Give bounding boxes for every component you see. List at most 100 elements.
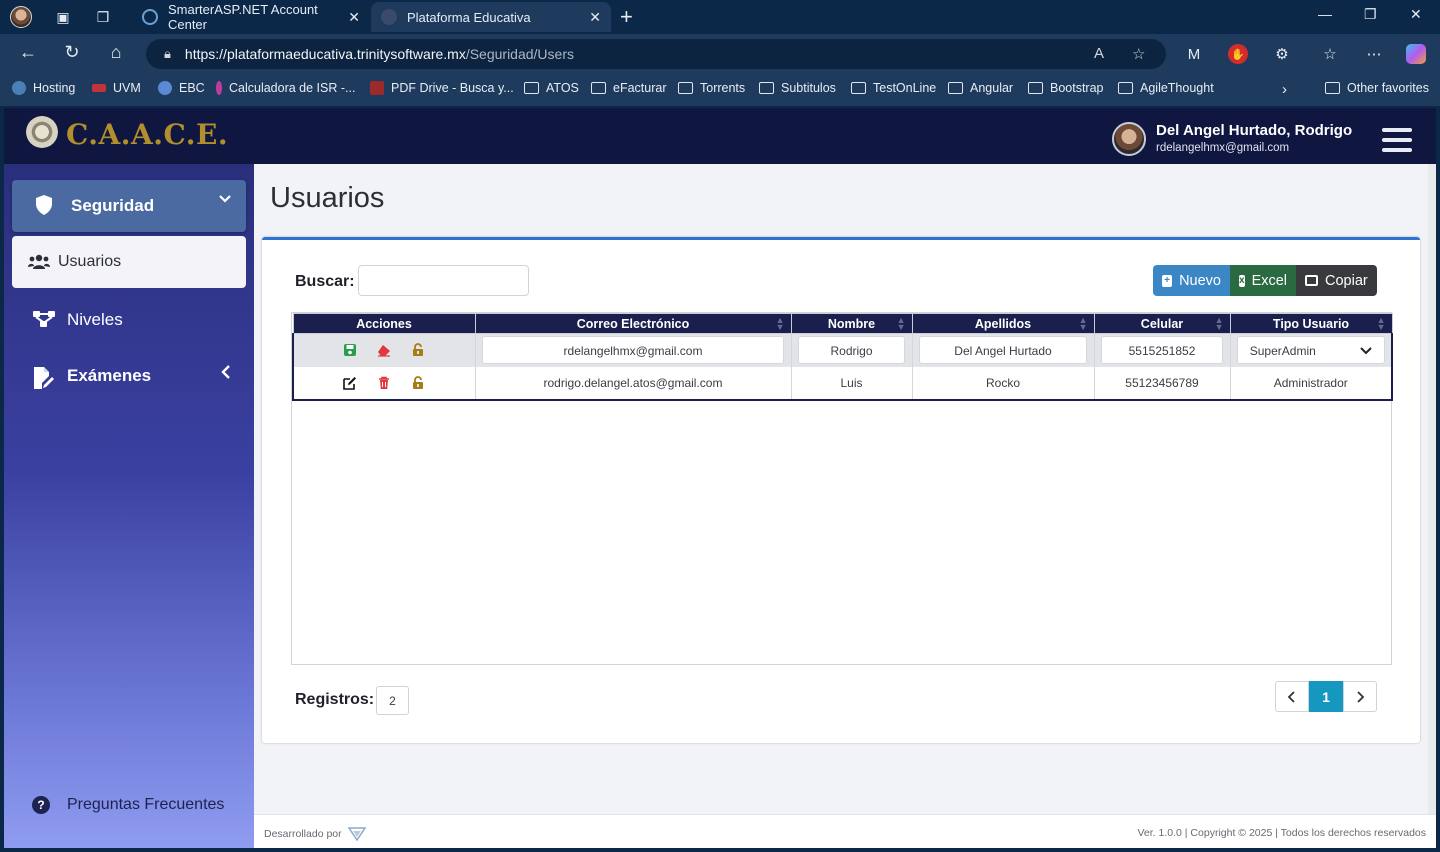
tab-title: Plataforma Educativa xyxy=(407,9,531,25)
smarterasp-favicon xyxy=(142,9,158,25)
favorite-efacturar[interactable]: eFacturar xyxy=(591,81,667,95)
back-icon[interactable]: ← xyxy=(16,42,40,63)
page-scrollbar[interactable] xyxy=(1428,164,1436,814)
sort-icon: ▲ ▼ xyxy=(775,315,785,332)
favorite-other[interactable]: Other favorites xyxy=(1325,81,1429,95)
registros-count: 2 xyxy=(376,686,409,715)
header-acciones[interactable]: Acciones xyxy=(292,313,476,334)
window-close-icon[interactable]: ✕ xyxy=(1410,6,1422,23)
read-aloud-icon[interactable]: A xyxy=(1094,45,1104,62)
header-celular[interactable]: Celular ▲ ▼ xyxy=(1093,313,1231,334)
page-title: Usuarios xyxy=(270,182,385,214)
favorites-overflow-icon[interactable]: › xyxy=(1282,81,1287,98)
footer-copyright: Ver. 1.0.0 | Copyright © 2025 | Todos lo… xyxy=(1137,827,1427,839)
row-celular: 55123456789 xyxy=(1094,366,1231,401)
refresh-icon[interactable]: ↻ xyxy=(60,42,84,63)
header-tipo-usuario[interactable]: Tipo Usuario ▲ ▼ xyxy=(1229,313,1393,334)
registros-label: Registros: xyxy=(295,691,375,708)
edit-icon[interactable] xyxy=(343,376,357,390)
favorite-atos[interactable]: ATOS xyxy=(524,81,579,95)
page-button-1[interactable]: 1 xyxy=(1309,681,1343,712)
unlock-icon[interactable] xyxy=(411,343,425,357)
favorites-bar: Hosting UVM EBC Calculadora de ISR -... … xyxy=(0,74,1440,106)
copilot-icon[interactable] xyxy=(1406,44,1426,64)
trash-icon[interactable] xyxy=(377,376,391,390)
search-input[interactable] xyxy=(358,265,529,296)
favorite-hosting[interactable]: Hosting xyxy=(12,81,75,95)
celular-input[interactable]: 5515251852 xyxy=(1101,336,1223,365)
file-edit-icon xyxy=(34,367,54,389)
shield-icon xyxy=(36,195,52,215)
tipo-usuario-select[interactable]: SuperAdmin xyxy=(1236,336,1385,365)
email-input[interactable]: rdelangelhmx@gmail.com xyxy=(482,336,784,365)
tab-plataforma[interactable]: Plataforma Educativa ✕ xyxy=(371,2,611,32)
apellidos-input[interactable]: Del Angel Hurtado xyxy=(919,336,1087,365)
row-actions xyxy=(292,333,476,367)
unlock-icon[interactable] xyxy=(411,375,425,390)
excel-button[interactable]: x Excel xyxy=(1230,265,1296,296)
app-window: C.A.A.C.E. Del Angel Hurtado, Rodrigo rd… xyxy=(4,108,1436,848)
app-logo[interactable]: C.A.A.C.E. xyxy=(66,118,228,151)
sidebar-item-label: Usuarios xyxy=(58,253,122,270)
copy-button[interactable]: Copiar xyxy=(1296,265,1377,296)
header-nombre[interactable]: Nombre ▲ ▼ xyxy=(790,313,913,334)
new-button[interactable]: + Nuevo xyxy=(1153,265,1230,296)
address-bar: ← ↻ ⌂ 🔒︎ https://plataformaeducativa.tri… xyxy=(0,34,1440,74)
tab-smarterasp[interactable]: SmarterASP.NET Account Center ✕ xyxy=(132,2,370,32)
row-actions xyxy=(292,366,476,401)
button-label: Nuevo xyxy=(1179,272,1221,289)
save-icon[interactable] xyxy=(343,343,357,357)
restore-icon[interactable]: ❐ xyxy=(1364,6,1377,23)
workspaces-icon[interactable]: ▣ xyxy=(52,6,74,28)
header-apellidos[interactable]: Apellidos ▲ ▼ xyxy=(911,313,1095,334)
favorite-subtitulos[interactable]: Subtitulos xyxy=(759,81,836,95)
row-nombre: Luis xyxy=(791,366,913,401)
sidebar-item-label: Exámenes xyxy=(67,366,152,385)
favorite-bootstrap[interactable]: Bootstrap xyxy=(1028,81,1104,95)
button-label: Excel xyxy=(1251,272,1288,289)
favorite-calculadora[interactable]: Calculadora de ISR -... xyxy=(216,81,355,95)
favorites-icon[interactable]: ☆ xyxy=(1320,44,1340,64)
close-tab-icon[interactable]: ✕ xyxy=(348,9,360,26)
lock-icon: 🔒︎ xyxy=(164,46,171,61)
eraser-icon[interactable] xyxy=(377,343,391,357)
url-field[interactable]: 🔒︎ https://plataformaeducativa.trinityso… xyxy=(146,39,1166,69)
user-avatar[interactable] xyxy=(1112,122,1146,156)
prev-page-button[interactable] xyxy=(1275,681,1309,712)
more-icon[interactable]: ⋯ xyxy=(1364,44,1384,64)
sidebar-item-usuarios[interactable]: Usuarios xyxy=(12,236,246,288)
table-row[interactable]: rodrigo.delangel.atos@gmail.com Luis Roc… xyxy=(292,366,1393,401)
sitemap-icon xyxy=(33,311,55,327)
favorite-star-icon[interactable]: ☆ xyxy=(1132,45,1145,63)
row-celular: 5515251852 xyxy=(1094,333,1231,367)
adblock-icon[interactable]: ✋ xyxy=(1228,44,1248,64)
extensions-icon[interactable]: ⚙ xyxy=(1272,44,1292,64)
malwarebytes-icon[interactable]: M xyxy=(1184,44,1204,64)
trinity-logo-icon[interactable] xyxy=(347,827,366,841)
users-table: Acciones Correo Electrónico ▲ ▼ Nombre ▲ ▼ A… xyxy=(291,312,1393,665)
favorite-agilethought[interactable]: AgileThought xyxy=(1118,81,1214,95)
favorite-angular[interactable]: Angular xyxy=(948,81,1013,95)
menu-icon[interactable] xyxy=(1382,128,1412,152)
sidebar-group-label: Seguridad xyxy=(71,196,155,215)
question-circle-icon: ? xyxy=(32,796,50,814)
home-icon[interactable]: ⌂ xyxy=(104,42,128,63)
favorite-torrents[interactable]: Torrents xyxy=(678,81,745,95)
next-page-button[interactable] xyxy=(1343,681,1377,712)
close-tab-icon[interactable]: ✕ xyxy=(589,9,601,26)
minimize-icon[interactable]: — xyxy=(1318,6,1332,22)
favorite-ebc[interactable]: EBC xyxy=(158,81,205,95)
favorite-testonline[interactable]: TestOnLine xyxy=(851,81,936,95)
profile-avatar[interactable] xyxy=(10,6,32,28)
header-correo[interactable]: Correo Electrónico ▲ ▼ xyxy=(474,313,792,334)
favorite-uvm[interactable]: UVM xyxy=(92,81,141,95)
sidebar-item-examenes[interactable]: Exámenes xyxy=(12,356,246,396)
chevron-left-icon xyxy=(220,364,232,385)
sidebar-group-seguridad[interactable]: Seguridad xyxy=(12,180,246,232)
nombre-input[interactable]: Rodrigo xyxy=(798,336,905,365)
row-apellidos: Del Angel Hurtado xyxy=(912,333,1095,367)
new-tab-icon[interactable]: + xyxy=(620,4,633,30)
sidebar-item-niveles[interactable]: Niveles xyxy=(12,300,246,340)
favorite-pdfdrive[interactable]: PDF Drive - Busca y... xyxy=(370,81,514,95)
tab-actions-icon[interactable]: ❐ xyxy=(92,6,114,28)
